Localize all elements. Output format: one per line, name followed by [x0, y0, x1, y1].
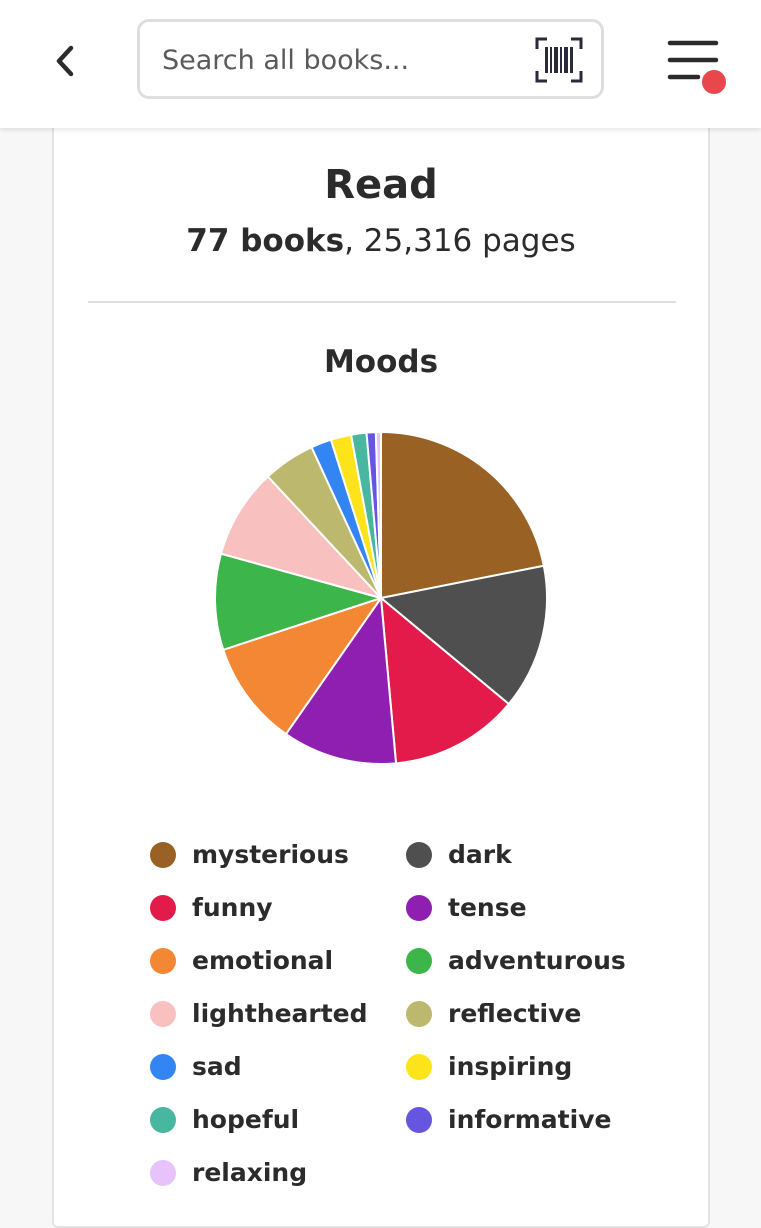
chevron-left-icon — [56, 45, 74, 77]
notification-badge — [702, 70, 726, 94]
reading-stats-card: Read 77 books, 25,316 pages Moods myster… — [52, 118, 710, 1228]
legend-label: informative — [448, 1105, 612, 1134]
legend-item-sad[interactable]: sad — [150, 1040, 406, 1093]
legend-item-informative[interactable]: informative — [406, 1093, 662, 1146]
legend-swatch — [406, 894, 432, 921]
legend-item-dark[interactable]: dark — [406, 828, 662, 881]
moods-pie-chart — [214, 430, 548, 765]
legend-item-inspiring[interactable]: inspiring — [406, 1040, 662, 1093]
legend-swatch — [150, 1053, 176, 1080]
legend-item-mysterious[interactable]: mysterious — [150, 828, 406, 881]
legend-swatch — [406, 1053, 432, 1080]
legend-label: emotional — [192, 946, 334, 975]
legend-item-relaxing[interactable]: relaxing — [150, 1146, 406, 1199]
legend-label: sad — [192, 1052, 242, 1081]
top-bar — [0, 0, 761, 128]
legend-item-emotional[interactable]: emotional — [150, 934, 406, 987]
legend-label: mysterious — [192, 840, 349, 869]
legend-swatch — [150, 841, 176, 868]
legend-swatch — [150, 947, 176, 974]
legend-label: adventurous — [448, 946, 626, 975]
search-input[interactable] — [160, 22, 524, 98]
legend-item-hopeful[interactable]: hopeful — [150, 1093, 406, 1146]
legend-label: funny — [192, 893, 273, 922]
legend-swatch — [406, 1106, 432, 1133]
legend-swatch — [406, 841, 432, 868]
barcode-scan-icon — [535, 37, 583, 83]
legend-item-reflective[interactable]: reflective — [406, 987, 662, 1040]
back-button[interactable] — [40, 36, 90, 86]
chart-legend: mysterious dark funny tense emotional adventu… — [150, 828, 670, 1199]
legend-item-tense[interactable]: tense — [406, 881, 662, 934]
legend-item-funny[interactable]: funny — [150, 881, 406, 934]
legend-swatch — [150, 1159, 176, 1186]
barcode-scan-button[interactable] — [535, 37, 583, 83]
legend-label: relaxing — [192, 1158, 308, 1187]
legend-item-adventurous[interactable]: adventurous — [406, 934, 662, 987]
legend-swatch — [150, 1000, 176, 1027]
search-box[interactable] — [137, 19, 604, 99]
legend-label: tense — [448, 893, 527, 922]
legend-swatch — [150, 1106, 176, 1133]
legend-swatch — [406, 947, 432, 974]
legend-label: lighthearted — [192, 999, 368, 1028]
legend-label: reflective — [448, 999, 582, 1028]
legend-label: hopeful — [192, 1105, 300, 1134]
legend-label: dark — [448, 840, 512, 869]
legend-item-lighthearted[interactable]: lighthearted — [150, 987, 406, 1040]
legend-swatch — [406, 1000, 432, 1027]
legend-swatch — [150, 894, 176, 921]
legend-label: inspiring — [448, 1052, 573, 1081]
menu-button[interactable] — [662, 36, 732, 96]
